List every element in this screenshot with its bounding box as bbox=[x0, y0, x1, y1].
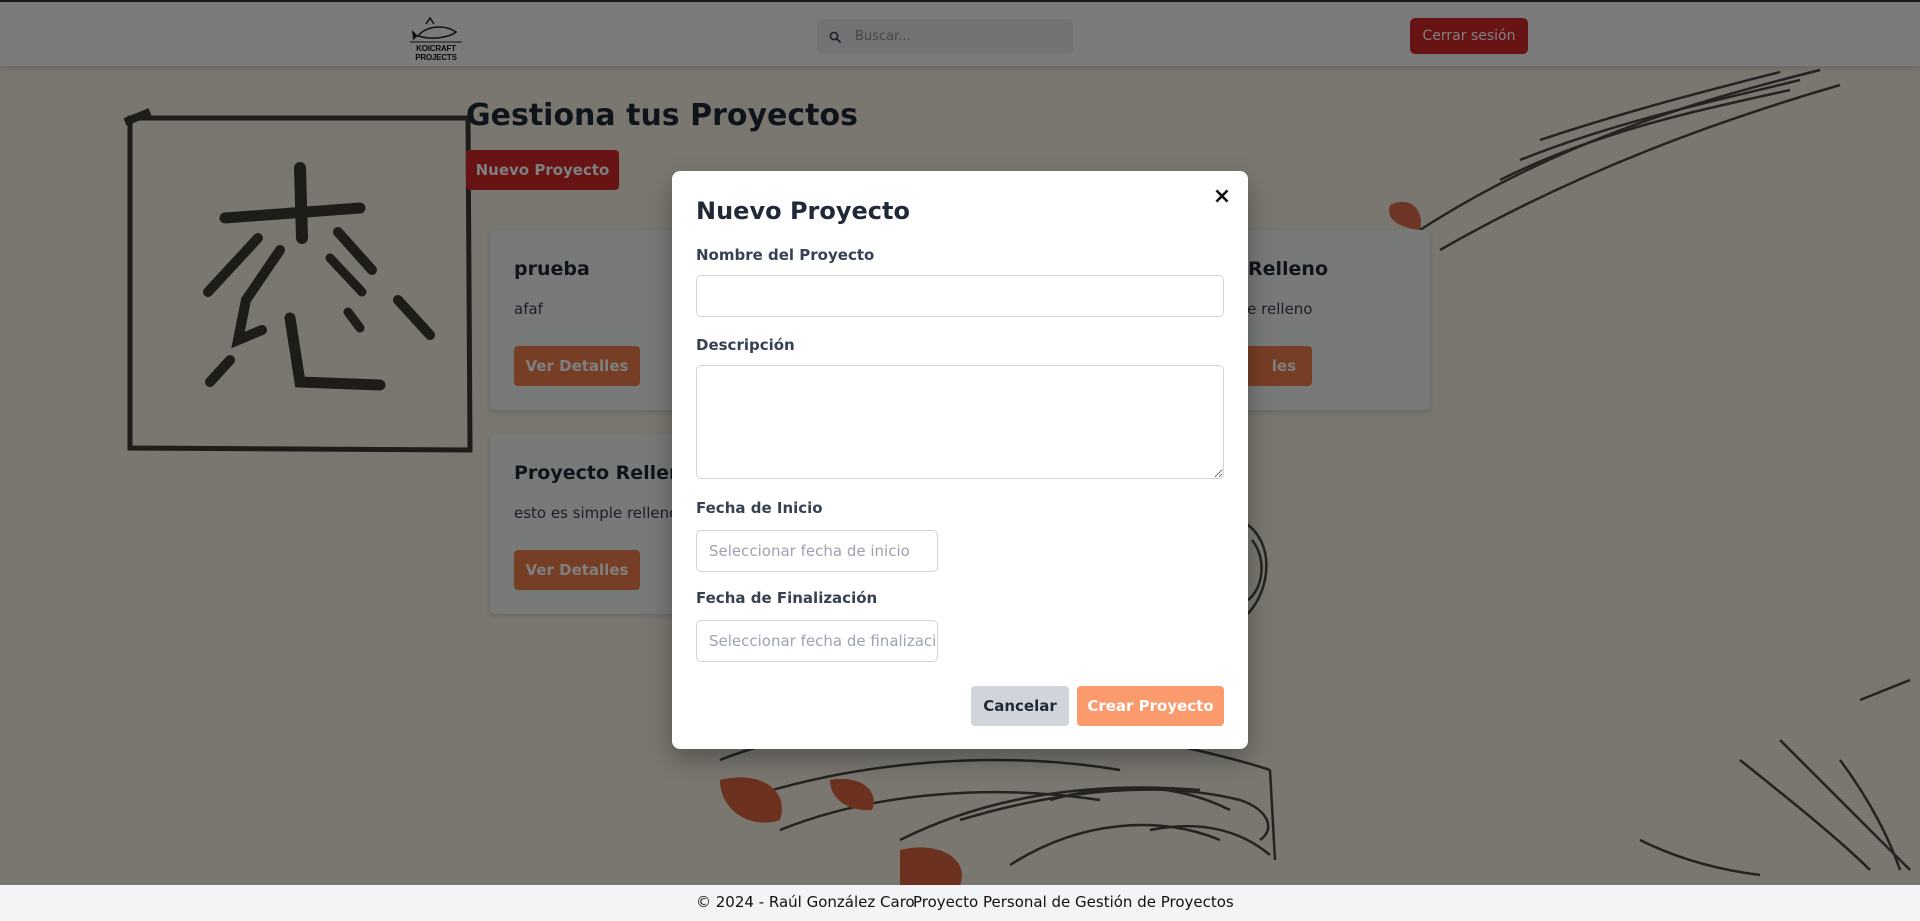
description-field[interactable] bbox=[696, 365, 1224, 479]
project-name-label: Nombre del Proyecto bbox=[696, 246, 875, 264]
new-project-modal: Nuevo Proyecto × Nombre del Proyecto Des… bbox=[672, 171, 1248, 749]
description-label: Descripción bbox=[696, 336, 795, 354]
footer-description: Proyecto Personal de Gestión de Proyecto… bbox=[913, 893, 1234, 911]
end-date-label: Fecha de Finalización bbox=[696, 589, 878, 607]
create-project-button[interactable]: Crear Proyecto bbox=[1077, 686, 1224, 726]
project-name-field[interactable] bbox=[696, 275, 1224, 317]
cancel-button[interactable]: Cancelar bbox=[971, 686, 1069, 726]
start-date-label: Fecha de Inicio bbox=[696, 499, 823, 517]
close-icon[interactable]: × bbox=[1210, 185, 1234, 209]
footer-copyright: © 2024 - Raúl González Caro bbox=[696, 893, 915, 911]
start-date-field[interactable] bbox=[696, 530, 938, 572]
end-date-field[interactable] bbox=[696, 620, 938, 662]
modal-title: Nuevo Proyecto bbox=[696, 197, 910, 225]
footer: © 2024 - Raúl González Caro Proyecto Per… bbox=[0, 885, 1920, 921]
